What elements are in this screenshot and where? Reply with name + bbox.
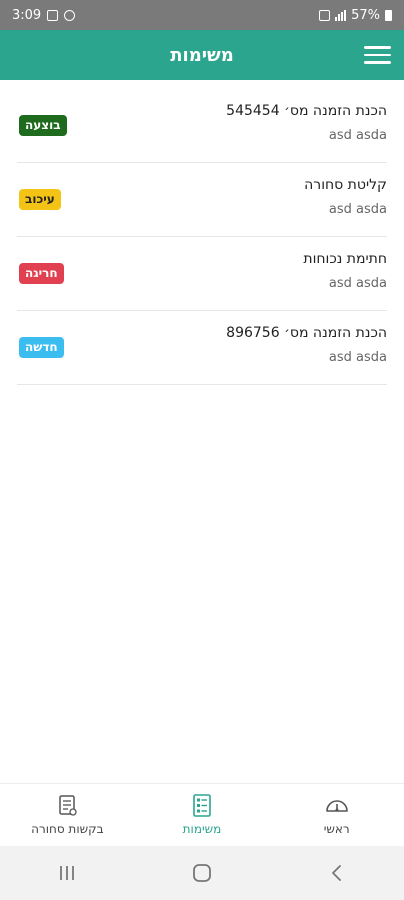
task-item[interactable]: חתימת נכוחות asd asda חריגה xyxy=(17,237,387,311)
nav-label-home: ראשי xyxy=(323,822,350,836)
task-title: הכנת הזמנה מס׳ 896756 xyxy=(226,325,387,341)
dashboard-gauge-icon xyxy=(325,800,348,812)
page-title: משימות xyxy=(170,44,234,66)
battery-percentage: 57% xyxy=(351,7,380,23)
status-badge: בוצעה xyxy=(19,115,67,136)
back-button-icon[interactable] xyxy=(307,853,367,893)
nav-item-home[interactable]: ראשי xyxy=(269,784,404,846)
notification-icon xyxy=(64,9,76,21)
status-badge: חריגה xyxy=(19,263,64,284)
battery-icon xyxy=(385,9,392,21)
nav-item-tasks[interactable]: משימות xyxy=(135,784,270,846)
task-list: הכנת הזמנה מס׳ 545454 asd asda בוצעה קלי… xyxy=(0,89,404,385)
system-navigation-bar xyxy=(0,846,404,900)
task-title: הכנת הזמנה מס׳ 545454 xyxy=(226,103,387,119)
tasks-checklist-icon xyxy=(193,794,211,817)
app-bar: משימות xyxy=(0,30,404,80)
task-subtitle: asd asda xyxy=(328,202,387,217)
hamburger-menu-icon[interactable] xyxy=(364,46,391,66)
nav-label-tasks: משימות xyxy=(182,822,222,836)
signal-icon xyxy=(335,9,347,21)
status-bar: 3:09 57% xyxy=(0,0,404,30)
nav-label-requests: בקשות סחורה xyxy=(31,822,104,836)
task-title: קליטת סחורה xyxy=(304,177,387,193)
gallery-icon xyxy=(47,9,59,21)
status-badge: חדשה xyxy=(19,337,64,358)
task-item[interactable]: הכנת הזמנה מס׳ 545454 asd asda בוצעה xyxy=(17,89,387,163)
bottom-navigation: בקשות סחורה משימות ראשי xyxy=(0,783,404,846)
document-list-icon xyxy=(59,795,77,816)
home-button-icon[interactable] xyxy=(172,853,232,893)
task-title: חתימת נכוחות xyxy=(303,251,387,267)
wifi-icon xyxy=(319,9,331,21)
status-time: 3:09 xyxy=(12,7,42,23)
nav-item-requests[interactable]: בקשות סחורה xyxy=(0,784,135,846)
task-item[interactable]: קליטת סחורה asd asda עיכוב xyxy=(17,163,387,237)
task-subtitle: asd asda xyxy=(328,128,387,143)
task-item[interactable]: הכנת הזמנה מס׳ 896756 asd asda חדשה xyxy=(17,311,387,385)
recent-apps-icon[interactable] xyxy=(37,853,97,893)
task-subtitle: asd asda xyxy=(328,350,387,365)
status-badge: עיכוב xyxy=(19,189,61,210)
task-subtitle: asd asda xyxy=(328,276,387,291)
